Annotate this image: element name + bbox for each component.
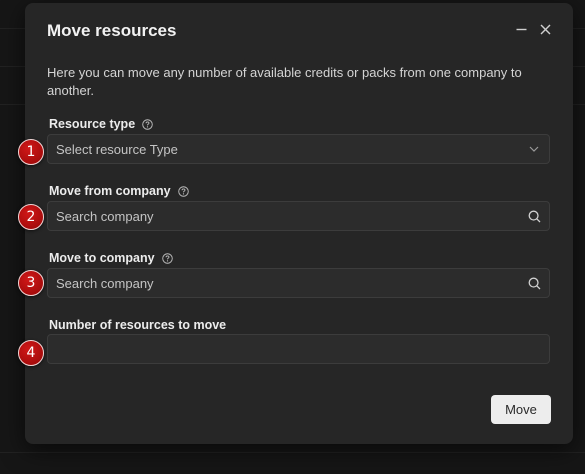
resource-count-label: Number of resources to move bbox=[49, 318, 226, 332]
resource-type-select[interactable]: Select resource Type bbox=[47, 134, 550, 164]
resource-type-label-text: Resource type bbox=[49, 117, 136, 131]
resource-count-input[interactable] bbox=[56, 341, 541, 357]
move-from-search-input[interactable] bbox=[56, 208, 527, 224]
step-marker-2: 2 bbox=[18, 204, 44, 230]
move-to-search-field[interactable] bbox=[47, 268, 550, 298]
chevron-down-icon bbox=[527, 142, 541, 156]
minimize-icon bbox=[516, 28, 526, 30]
backdrop-divider bbox=[0, 452, 585, 453]
search-icon[interactable] bbox=[527, 209, 541, 223]
resource-count-label-text: Number of resources to move bbox=[49, 318, 227, 332]
close-button[interactable] bbox=[536, 20, 554, 38]
close-icon bbox=[540, 24, 550, 34]
search-icon[interactable] bbox=[527, 276, 541, 290]
move-to-search-input[interactable] bbox=[56, 275, 527, 291]
move-from-search-field[interactable] bbox=[47, 201, 550, 231]
step-marker-1: 1 bbox=[18, 139, 44, 165]
dialog-description: Here you can move any number of availabl… bbox=[47, 65, 522, 98]
resource-count-field[interactable] bbox=[47, 334, 550, 364]
resource-type-placeholder: Select resource Type bbox=[56, 141, 178, 157]
step-marker-3: 3 bbox=[18, 270, 44, 296]
help-icon[interactable] bbox=[161, 252, 173, 264]
move-resources-dialog: Move resources Here you can move any num… bbox=[25, 3, 573, 444]
help-icon[interactable] bbox=[142, 118, 153, 130]
move-from-label-text: Move from company bbox=[49, 184, 171, 198]
step-marker-4: 4 bbox=[18, 340, 44, 366]
minimize-button[interactable] bbox=[512, 20, 530, 38]
resource-type-label: Resource type bbox=[49, 117, 153, 131]
move-to-label-text: Move to company bbox=[49, 251, 155, 265]
move-button[interactable]: Move bbox=[491, 395, 551, 424]
move-from-label: Move from company bbox=[49, 184, 189, 198]
move-to-label: Move to company bbox=[49, 251, 173, 265]
dialog-title: Move resources bbox=[47, 21, 177, 40]
help-icon[interactable] bbox=[177, 185, 189, 197]
